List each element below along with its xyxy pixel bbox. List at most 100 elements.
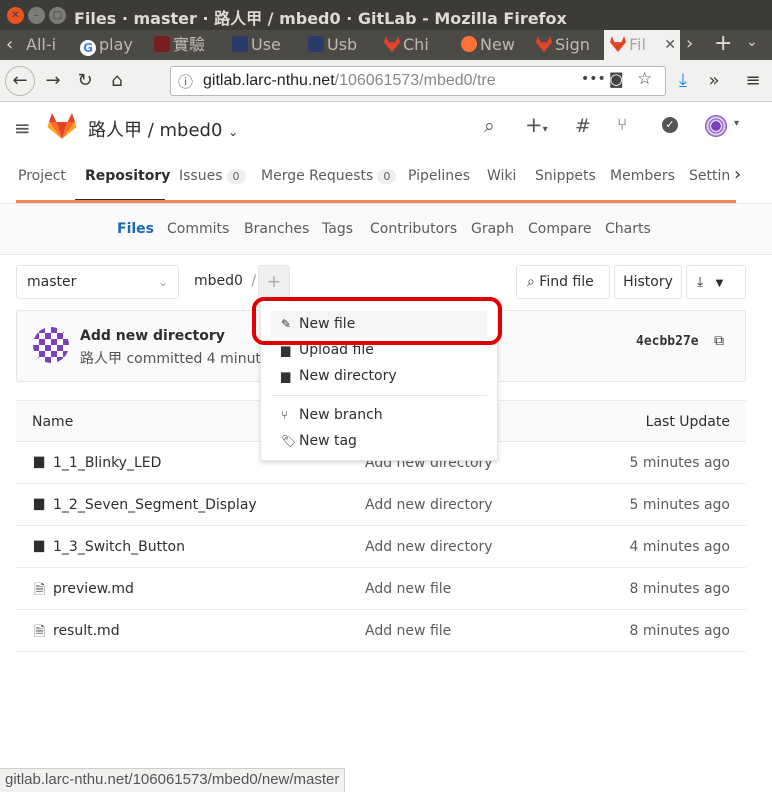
- subtab-compare[interactable]: Compare: [528, 221, 592, 237]
- folder-icon: ▆: [34, 454, 44, 469]
- tab-issues[interactable]: Issues 0: [179, 168, 246, 184]
- subtab-files[interactable]: Files: [117, 221, 154, 237]
- subtab-charts[interactable]: Charts: [605, 221, 651, 237]
- new-dropdown-icon[interactable]: +▾: [525, 113, 548, 137]
- sidebar-toggle-icon[interactable]: ≡: [14, 116, 31, 140]
- url-bar[interactable]: ⓘ gitlab.larc-nthu.net/106061573/mbed0/t…: [170, 66, 666, 96]
- issues-hash-icon[interactable]: #: [575, 115, 591, 137]
- file-name[interactable]: result.md: [53, 623, 120, 639]
- chevron-down-icon: ⌄: [157, 275, 168, 289]
- tab-snippets[interactable]: Snippets: [535, 168, 596, 184]
- last-update: 5 minutes ago: [629, 455, 730, 471]
- last-update: 4 minutes ago: [629, 539, 730, 555]
- search-icon[interactable]: ⌕: [484, 115, 495, 137]
- file-name[interactable]: 1_3_Switch_Button: [53, 539, 185, 555]
- firefox-favicon-icon: [461, 36, 477, 52]
- folder-icon: ▆: [34, 496, 44, 511]
- todos-check-icon[interactable]: ✓: [662, 117, 678, 133]
- folder-icon: ▆: [281, 369, 291, 383]
- merge-requests-icon[interactable]: ⑂: [617, 115, 627, 135]
- new-directory-item[interactable]: ▆ New directory: [281, 368, 397, 384]
- tab-scroll-right-icon[interactable]: ›: [686, 33, 693, 54]
- reload-icon[interactable]: ↻: [70, 66, 100, 96]
- tabs-scroll-right-icon[interactable]: ›: [734, 164, 741, 185]
- breadcrumb: mbed0 /: [194, 273, 257, 289]
- commit-message[interactable]: Add new directory: [365, 539, 493, 555]
- commit-author-avatar[interactable]: [33, 327, 69, 363]
- home-icon[interactable]: ⌂: [102, 66, 132, 96]
- browser-tab[interactable]: Gplay: [74, 30, 144, 60]
- history-button[interactable]: History: [614, 265, 682, 299]
- merge-requests-count-badge: 0: [377, 169, 397, 184]
- chevron-down-icon[interactable]: ▾: [734, 118, 739, 129]
- window-title: Files · master · 路人甲 / mbed0 · GitLab - …: [74, 9, 567, 28]
- info-icon[interactable]: ⓘ: [178, 71, 193, 92]
- hamburger-menu-icon[interactable]: ≡: [738, 66, 768, 96]
- document-favicon-icon: [308, 36, 324, 52]
- commit-message[interactable]: Add new directory: [80, 328, 225, 344]
- browser-tab[interactable]: New: [455, 30, 527, 60]
- subtab-graph[interactable]: Graph: [471, 221, 514, 237]
- page-actions-icon[interactable]: •••: [581, 71, 606, 87]
- find-file-button[interactable]: ⌕ Find file: [516, 265, 610, 299]
- subtab-branches[interactable]: Branches: [244, 221, 309, 237]
- browser-tab[interactable]: Chi: [378, 30, 452, 60]
- browser-tab[interactable]: All-i: [20, 30, 72, 60]
- tab-project[interactable]: Project: [18, 168, 66, 184]
- commit-message[interactable]: Add new file: [365, 581, 451, 597]
- tab-merge-requests[interactable]: Merge Requests 0: [261, 168, 397, 184]
- tab-list-icon[interactable]: ⌄: [746, 34, 758, 50]
- file-name[interactable]: 1_1_Blinky_LED: [53, 455, 161, 471]
- table-row[interactable]: 🗎 result.md Add new file 8 minutes ago: [16, 610, 746, 652]
- file-name[interactable]: preview.md: [53, 581, 134, 597]
- tab-repository[interactable]: Repository: [85, 168, 170, 184]
- tab-wiki[interactable]: Wiki: [487, 168, 516, 184]
- tab-scroll-left-icon[interactable]: ‹: [6, 34, 13, 55]
- commit-sha[interactable]: 4ecbb27e: [636, 334, 699, 349]
- tab-pipelines[interactable]: Pipelines: [408, 168, 470, 184]
- commit-message[interactable]: Add new file: [365, 623, 451, 639]
- close-tab-icon[interactable]: ✕: [664, 30, 676, 60]
- user-avatar[interactable]: [705, 115, 727, 137]
- new-tab-icon[interactable]: +: [714, 31, 732, 56]
- last-update: 5 minutes ago: [629, 497, 730, 513]
- browser-tab-active[interactable]: Fil ✕: [604, 30, 680, 60]
- download-icon[interactable]: ⤓: [668, 66, 698, 96]
- gitlab-header: ≡ 路人甲 / mbed0 ⌄ ⌕ +▾ # ⑂ ✓ ▾: [0, 102, 772, 154]
- dropdown-divider: [271, 395, 487, 396]
- close-window-icon[interactable]: ✕: [7, 7, 24, 24]
- subtab-tags[interactable]: Tags: [322, 221, 353, 237]
- google-favicon-icon: G: [80, 40, 96, 56]
- tab-members[interactable]: Members: [610, 168, 675, 184]
- table-row[interactable]: ▆ 1_2_Seven_Segment_Display Add new dire…: [16, 484, 746, 526]
- file-name[interactable]: 1_2_Seven_Segment_Display: [53, 497, 257, 513]
- subtab-commits[interactable]: Commits: [167, 221, 229, 237]
- project-title[interactable]: 路人甲 / mbed0 ⌄: [88, 116, 238, 142]
- minimize-window-icon[interactable]: –: [28, 7, 45, 24]
- gitlab-favicon-icon: [384, 36, 400, 52]
- new-tag-item[interactable]: 🏷 New tag: [281, 433, 357, 449]
- browser-tab[interactable]: Usb: [302, 30, 374, 60]
- maximize-window-icon[interactable]: □: [49, 7, 66, 24]
- new-branch-item[interactable]: ⑂ New branch: [281, 407, 383, 423]
- forward-icon[interactable]: →: [38, 66, 68, 96]
- overflow-chevron-icon[interactable]: »: [699, 66, 729, 96]
- browser-tab[interactable]: Sign: [530, 30, 602, 60]
- gitlab-logo-icon[interactable]: [47, 112, 77, 140]
- subtab-contributors[interactable]: Contributors: [370, 221, 457, 237]
- table-row[interactable]: 🗎 preview.md Add new file 8 minutes ago: [16, 568, 746, 610]
- pocket-icon[interactable]: ◙: [609, 70, 624, 88]
- table-row[interactable]: ▆ 1_3_Switch_Button Add new directory 4 …: [16, 526, 746, 568]
- branch-select[interactable]: master ⌄: [16, 265, 179, 299]
- back-icon[interactable]: ←: [5, 66, 35, 96]
- bookmark-star-icon[interactable]: ☆: [637, 69, 652, 89]
- breadcrumb-project[interactable]: mbed0: [194, 273, 243, 289]
- tab-settings[interactable]: Settin: [689, 168, 731, 184]
- browser-tab[interactable]: Use: [226, 30, 298, 60]
- download-dropdown-button[interactable]: ⤓ ▼: [686, 265, 746, 299]
- add-to-tree-button[interactable]: +: [258, 265, 290, 299]
- copy-sha-icon[interactable]: ⧉: [714, 333, 724, 349]
- browser-tab[interactable]: 實驗: [148, 30, 224, 60]
- issues-count-badge: 0: [226, 169, 246, 184]
- commit-message[interactable]: Add new directory: [365, 497, 493, 513]
